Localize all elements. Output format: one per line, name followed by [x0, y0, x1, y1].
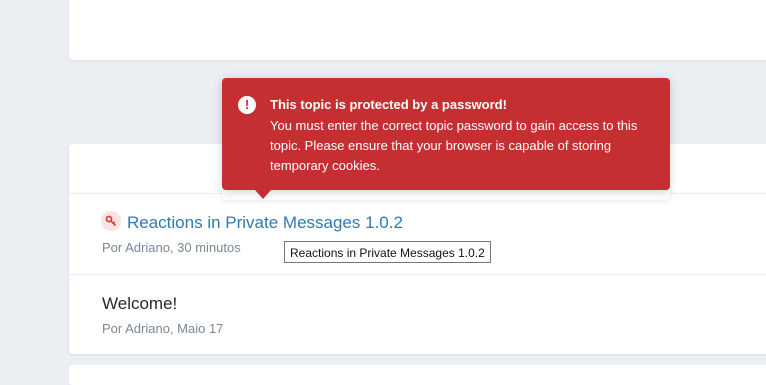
password-protected-alert: ! This topic is protected by a password!…	[222, 78, 670, 190]
topic-title-link[interactable]: Reactions in Private Messages 1.0.2	[127, 213, 403, 233]
exclamation-circle-icon: !	[238, 96, 256, 114]
alert-footer	[222, 190, 670, 200]
topic-title-tooltip: Reactions in Private Messages 1.0.2	[284, 241, 491, 263]
alert-message: You must enter the correct topic passwor…	[270, 118, 638, 173]
top-card	[69, 0, 766, 60]
bottom-card	[69, 365, 766, 385]
topic-title[interactable]: Welcome!	[102, 294, 177, 314]
topic-meta: Por Adriano, Maio 17	[102, 321, 224, 336]
topic-row: Welcome! Por Adriano, Maio 17	[69, 275, 766, 354]
alert-title: This topic is protected by a password!	[270, 97, 507, 112]
alert-pointer	[255, 190, 271, 199]
topic-meta: Por Adriano, 30 minutos	[102, 240, 241, 255]
key-icon	[101, 211, 121, 231]
